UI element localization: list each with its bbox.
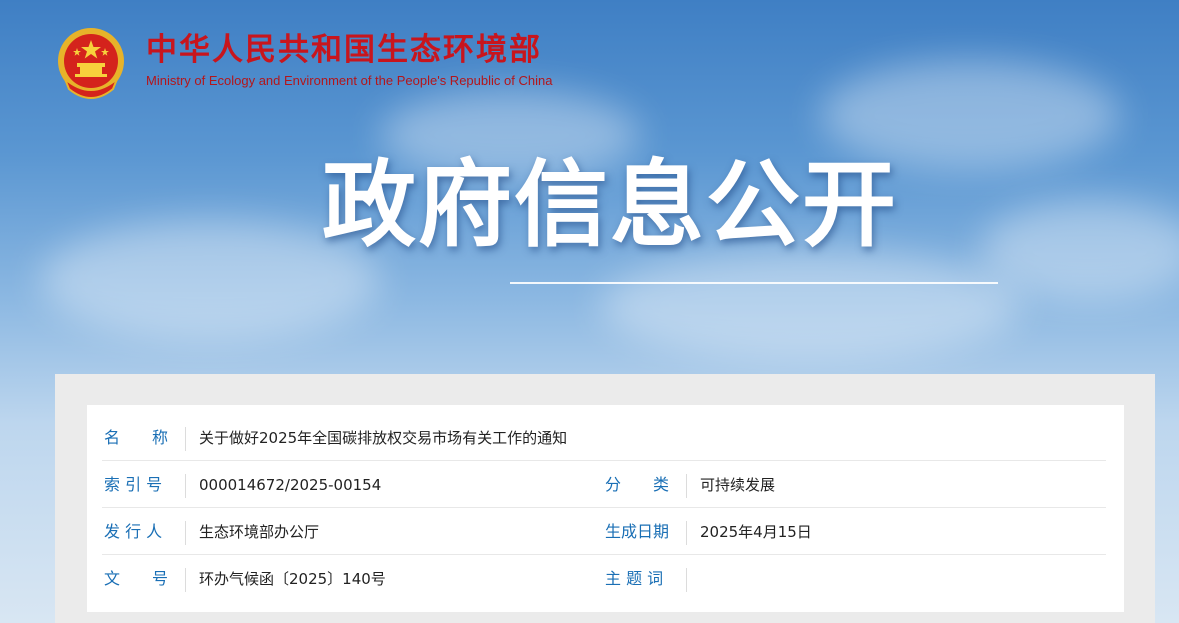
issuer-value: 生态环境部办公厅 xyxy=(199,523,320,541)
index-label: 索 引 号 xyxy=(104,475,163,494)
divider xyxy=(185,521,186,545)
issuer-label: 发 行 人 xyxy=(104,522,163,541)
name-value: 关于做好2025年全国碳排放权交易市场有关工作的通知 xyxy=(199,429,568,447)
index-value: 000014672/2025-00154 xyxy=(199,476,382,494)
divider xyxy=(686,474,687,498)
row-issuer: 发 行 人 生态环境部办公厅 生成日期 2025年4月15日 xyxy=(102,509,1106,555)
doc-no-label: 文 号 xyxy=(104,569,169,588)
row-index: 索 引 号 000014672/2025-00154 分 类 可持续发展 xyxy=(102,462,1106,508)
date-label: 生成日期 xyxy=(605,522,670,541)
divider xyxy=(185,568,186,592)
doc-no-value: 环办气候函〔2025〕140号 xyxy=(199,570,386,588)
category-value: 可持续发展 xyxy=(700,476,776,494)
divider xyxy=(185,427,186,451)
national-emblem-icon xyxy=(58,28,124,99)
divider xyxy=(185,474,186,498)
banner-underline xyxy=(510,282,998,284)
site-title[interactable]: 中华人民共和国生态环境部 xyxy=(146,30,542,70)
category-label: 分 类 xyxy=(605,475,670,494)
divider xyxy=(686,568,687,592)
divider xyxy=(686,521,687,545)
name-label: 名 称 xyxy=(104,428,169,447)
site-subtitle-en[interactable]: Ministry of Ecology and Environment of t… xyxy=(146,72,552,90)
row-name: 名 称 关于做好2025年全国碳排放权交易市场有关工作的通知 xyxy=(102,415,1106,461)
date-value: 2025年4月15日 xyxy=(700,523,812,541)
banner-title: 政府信息公开 xyxy=(321,151,898,260)
keywords-label: 主 题 词 xyxy=(605,569,664,588)
row-doc-no: 文 号 环办气候函〔2025〕140号 主 题 词 xyxy=(102,556,1106,602)
